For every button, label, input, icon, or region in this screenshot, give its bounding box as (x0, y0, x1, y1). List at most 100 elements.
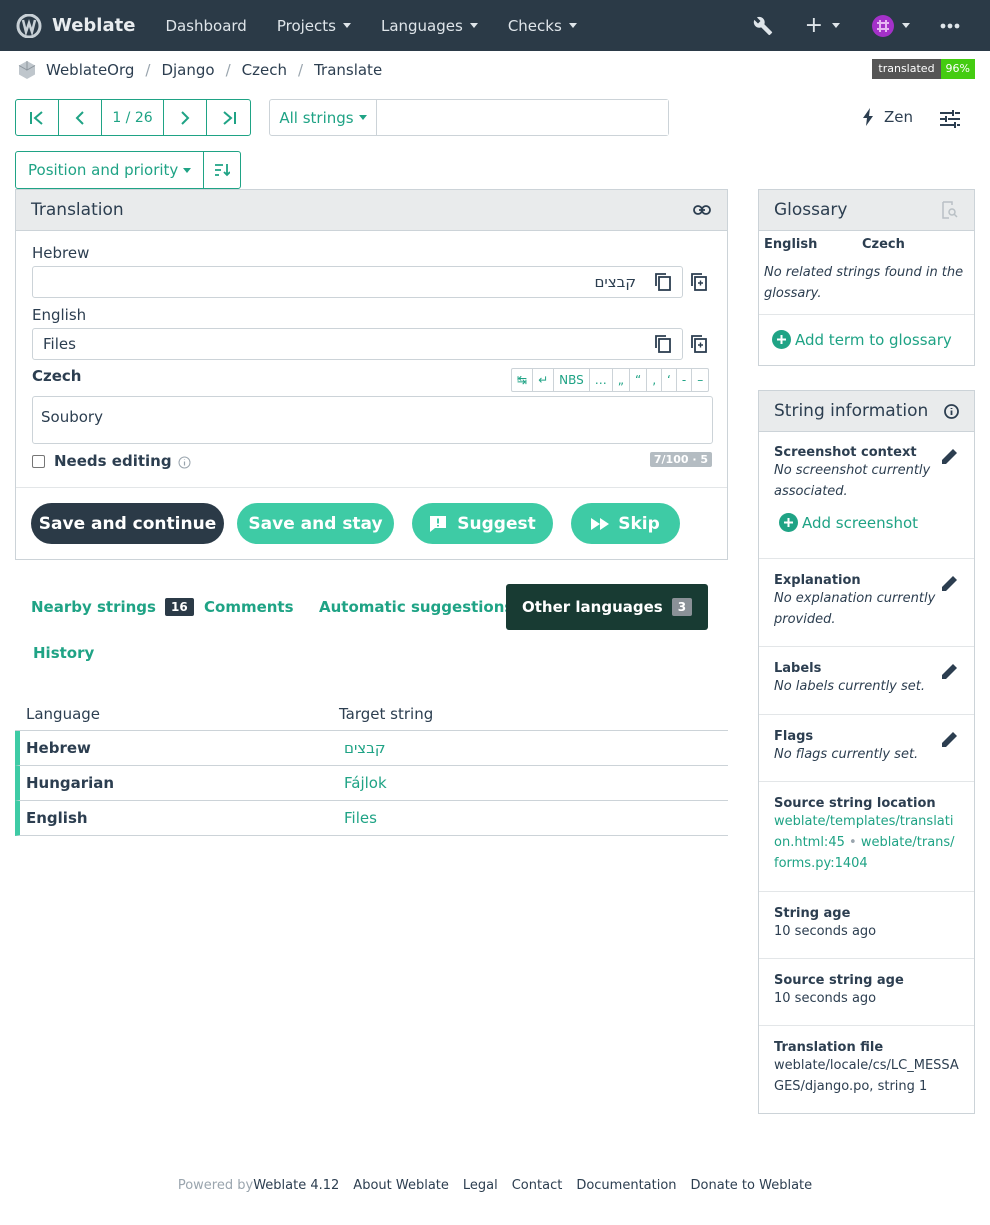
footer-contact-link[interactable]: Contact (512, 1178, 563, 1193)
insert-low-quote-button[interactable]: „ (613, 369, 630, 391)
insert-high-quote-button[interactable]: “ (630, 369, 648, 391)
needs-editing-checkbox[interactable]: Needs editing (32, 452, 191, 470)
flags-section: Flags No flags currently set. (759, 714, 974, 781)
clone-icon[interactable] (690, 272, 708, 292)
footer-legal-link[interactable]: Legal (463, 1178, 498, 1193)
screenshot-context-section: Screenshot context No screenshot current… (759, 432, 974, 559)
edit-icon[interactable] (940, 729, 960, 749)
settings-tune-icon[interactable] (940, 110, 960, 132)
badge-value: 96% (940, 59, 975, 79)
section-value: weblate/locale/cs/LC_MESSAGES/django.po,… (774, 1058, 959, 1094)
filter-dropdown-label: All strings (279, 108, 354, 127)
footer-about-link[interactable]: About Weblate (353, 1178, 449, 1193)
breadcrumb-language[interactable]: Czech (242, 61, 287, 79)
chevron-left-icon (75, 110, 84, 125)
filter-dropdown[interactable]: All strings (270, 100, 377, 135)
english-label: English (32, 306, 87, 324)
badge-label: translated (872, 59, 941, 79)
caret-down-icon (902, 23, 910, 28)
insert-tab-button[interactable]: ↹ (512, 369, 534, 391)
wrench-icon[interactable] (753, 16, 773, 36)
copy-icon[interactable] (654, 272, 672, 292)
footer-documentation-link[interactable]: Documentation (576, 1178, 676, 1193)
breadcrumb-project[interactable]: WeblateOrg (46, 61, 134, 79)
sort-dropdown[interactable]: Position and priority (16, 152, 205, 188)
zen-label: Zen (884, 108, 914, 126)
glossary-empty-message: No related strings found in the glossary… (764, 265, 964, 301)
insert-en-dash-button[interactable]: – (692, 369, 708, 391)
zen-button[interactable]: Zen (862, 108, 913, 126)
glossary-search-icon[interactable] (940, 201, 958, 219)
tab-label: History (33, 644, 95, 662)
skip-button[interactable]: Skip (571, 503, 680, 544)
save-and-stay-button[interactable]: Save and stay (237, 503, 394, 544)
next-button[interactable] (164, 100, 207, 135)
glossary-header: Glossary (759, 190, 974, 231)
breadcrumb-component[interactable]: Django (161, 61, 214, 79)
caret-down-icon (358, 115, 367, 120)
add-screenshot-button[interactable]: Add screenshot (779, 513, 959, 532)
translation-panel-header: Translation (16, 190, 727, 231)
add-term-button[interactable]: Add term to glossary (772, 330, 952, 349)
footer-version-link[interactable]: Weblate 4.12 (253, 1178, 339, 1193)
glossary-col-source: English (764, 237, 818, 252)
tab-history[interactable]: History (33, 643, 94, 663)
tab-label: Automatic suggestions (319, 598, 514, 616)
source-string-age-section: Source string age 10 seconds ago (759, 958, 974, 1025)
row-language: English (26, 809, 88, 827)
nav-projects[interactable]: Projects (277, 17, 351, 35)
last-button[interactable] (207, 100, 250, 135)
insert-single-low-quote-button[interactable]: ‚ (647, 369, 663, 391)
edit-icon[interactable] (940, 573, 960, 593)
tab-comments[interactable]: Comments (204, 597, 294, 617)
section-value: 10 seconds ago (774, 991, 877, 1006)
insert-hyphen-button[interactable]: - (677, 369, 693, 391)
add-menu[interactable]: + (804, 12, 840, 38)
breadcrumb-separator: / (225, 61, 231, 79)
table-row: Hebrew קבצים (15, 731, 728, 766)
checkbox-box[interactable] (32, 454, 45, 468)
footer-powered-by: Powered by (177, 1178, 254, 1193)
tab-label: Comments (204, 598, 294, 616)
row-target-link[interactable]: קבצים (344, 739, 386, 757)
copy-icon[interactable] (654, 334, 672, 354)
footer-donate-link[interactable]: Donate to Weblate (691, 1178, 813, 1193)
search-input[interactable] (377, 100, 668, 135)
previous-button[interactable] (59, 100, 102, 135)
clone-icon[interactable] (690, 334, 708, 354)
string-information-panel: String information Screenshot context No… (758, 390, 975, 1114)
sort-direction-icon[interactable] (204, 152, 240, 188)
nav-dashboard[interactable]: Dashboard (165, 17, 246, 35)
breadcrumb-current: Translate (314, 61, 383, 79)
insert-single-high-quote-button[interactable]: ‘ (662, 369, 677, 391)
first-button[interactable] (16, 100, 59, 135)
insert-nbsp-button[interactable]: NBS (554, 369, 590, 391)
brand-logo[interactable]: Weblate (16, 13, 135, 38)
info-icon[interactable] (944, 404, 959, 419)
tab-other-languages[interactable]: Other languages 3 (506, 584, 709, 630)
panel-title: Translation (31, 200, 124, 220)
tab-nearby-strings[interactable]: Nearby strings 16 (31, 597, 194, 617)
save-and-continue-button[interactable]: Save and continue (31, 503, 224, 544)
user-menu[interactable] (872, 14, 910, 37)
section-value: No labels currently set. (774, 679, 926, 694)
english-text-field: Files (32, 328, 683, 360)
insert-ellipsis-button[interactable]: … (590, 369, 613, 391)
translation-textarea[interactable]: Soubory (32, 396, 713, 444)
insert-newline-button[interactable]: ↵ (533, 369, 555, 391)
more-icon[interactable] (940, 23, 960, 29)
edit-icon[interactable] (940, 446, 960, 466)
translated-badge[interactable]: translated 96% (872, 59, 975, 79)
nav-languages[interactable]: Languages (381, 17, 478, 35)
count-badge: 16 (164, 598, 194, 616)
edit-icon[interactable] (940, 661, 960, 681)
suggest-button[interactable]: Suggest (412, 503, 553, 544)
row-target-link[interactable]: Fájlok (344, 774, 387, 792)
nav-checks[interactable]: Checks (508, 17, 577, 35)
panel-title: Glossary (774, 200, 848, 220)
link-icon[interactable] (693, 205, 711, 215)
plus-icon: + (804, 12, 823, 38)
section-heading: Translation file (774, 1040, 884, 1055)
tab-automatic-suggestions[interactable]: Automatic suggestions (319, 597, 513, 617)
row-target-link[interactable]: Files (344, 809, 377, 827)
